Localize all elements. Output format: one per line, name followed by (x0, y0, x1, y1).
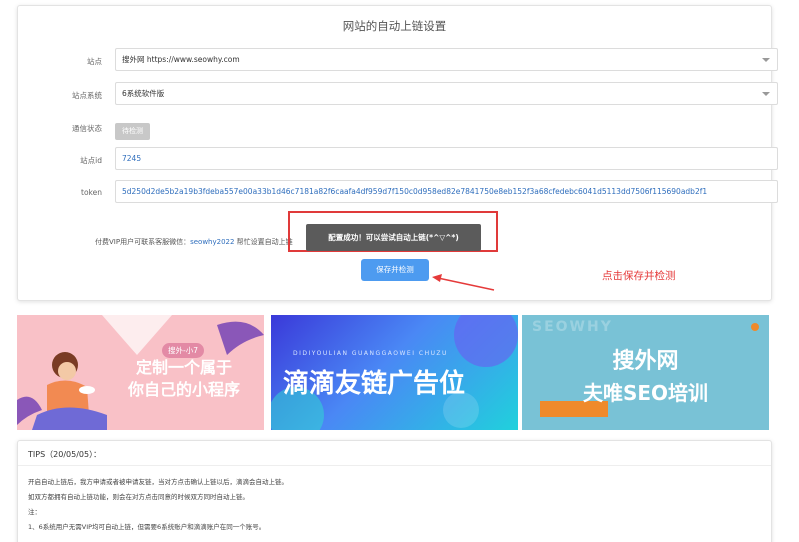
page-title: 网站的自动上链设置 (342, 19, 447, 33)
chevron-down-icon (762, 92, 770, 96)
wechat-id: seowhy2022 (190, 238, 235, 246)
site-select[interactable]: 搜外网 https://www.seowhy.com (115, 48, 778, 71)
banner-line-1: 定制一个属于 (135, 358, 232, 377)
system-label: 站点系统 (72, 91, 102, 100)
success-toast: 配置成功！可以尝试自动上链(*^▽^*) (306, 224, 481, 251)
banner-headline: 滴滴友链广告位 (283, 369, 466, 399)
arrow-icon (432, 274, 495, 291)
chevron-down-icon (762, 58, 770, 62)
save-and-check-button[interactable]: 保存并检测 (361, 259, 429, 281)
status-badge: 待检测 (115, 123, 150, 140)
help-suffix: 帮忙设置自动上链 (234, 238, 293, 246)
status-label: 通信状态 (72, 124, 102, 133)
tips-line: 开启自动上链后，我方申请或者被申请友链，当对方点击确认上链以后，滴滴会自动上链。 (28, 478, 288, 486)
help-prefix: 付费VIP用户可联系客服微信： (95, 238, 191, 246)
system-select[interactable]: 6系统软件版 (115, 82, 778, 105)
banner-line-2: 你自己的小程序 (127, 380, 240, 399)
help-text: 付费VIP用户可联系客服微信：seowhy2022 帮忙设置自动上链 (95, 237, 293, 247)
tips-line: 1、6系统用户无需VIP均可自动上链，但需要6系统账户和滴滴账户在同一个账号。 (28, 523, 266, 531)
token-label: token (81, 188, 102, 197)
divider (18, 465, 771, 466)
settings-panel: 网站的自动上链设置 站点 搜外网 https://www.seowhy.com … (17, 5, 778, 301)
banner-subtitle: 夫唯SEO培训 (582, 381, 709, 405)
siteid-field[interactable]: 7245 (115, 147, 778, 170)
banner-headline: 定制一个属于 你自己的小程序 (128, 357, 240, 401)
tips-title: TIPS（20/05/05）： (28, 450, 102, 459)
tips-line: 注： (28, 508, 41, 516)
siteid-label: 站点id (80, 156, 102, 165)
site-label: 站点 (87, 57, 102, 66)
banner-watermark: SEOWHY (532, 319, 613, 335)
annotation-text: 点击保存并检测 (602, 270, 676, 282)
tips-panel: TIPS（20/05/05）： 开启自动上链后，我方申请或者被申请友链，当对方点… (17, 440, 772, 542)
banner-ad-space[interactable]: DIDIYOULIAN GUANGGAOWEI CHUZU 滴滴友链广告位 (271, 315, 518, 430)
banner-subtitle: DIDIYOULIAN GUANGGAOWEI CHUZU (293, 350, 448, 357)
token-field[interactable]: 5d250d2de5b2a19b3fdeba557e00a33b1d46c718… (115, 180, 778, 203)
banner-title: 搜外网 (612, 349, 679, 374)
system-value: 6系统软件版 (122, 89, 165, 98)
banner-seo-training[interactable]: SEOWHY 搜外网 夫唯SEO培训 (522, 315, 769, 430)
banner-tag: 搜外-小7 (162, 343, 204, 358)
site-value: 搜外网 https://www.seowhy.com (122, 55, 240, 64)
banner-mini-program[interactable]: 搜外-小7 定制一个属于 你自己的小程序 (17, 315, 264, 430)
dot-icon (751, 323, 759, 331)
tips-line: 如双方都拥有自动上链功能，则会在对方点击同意的时候双方同时自动上链。 (28, 493, 249, 501)
